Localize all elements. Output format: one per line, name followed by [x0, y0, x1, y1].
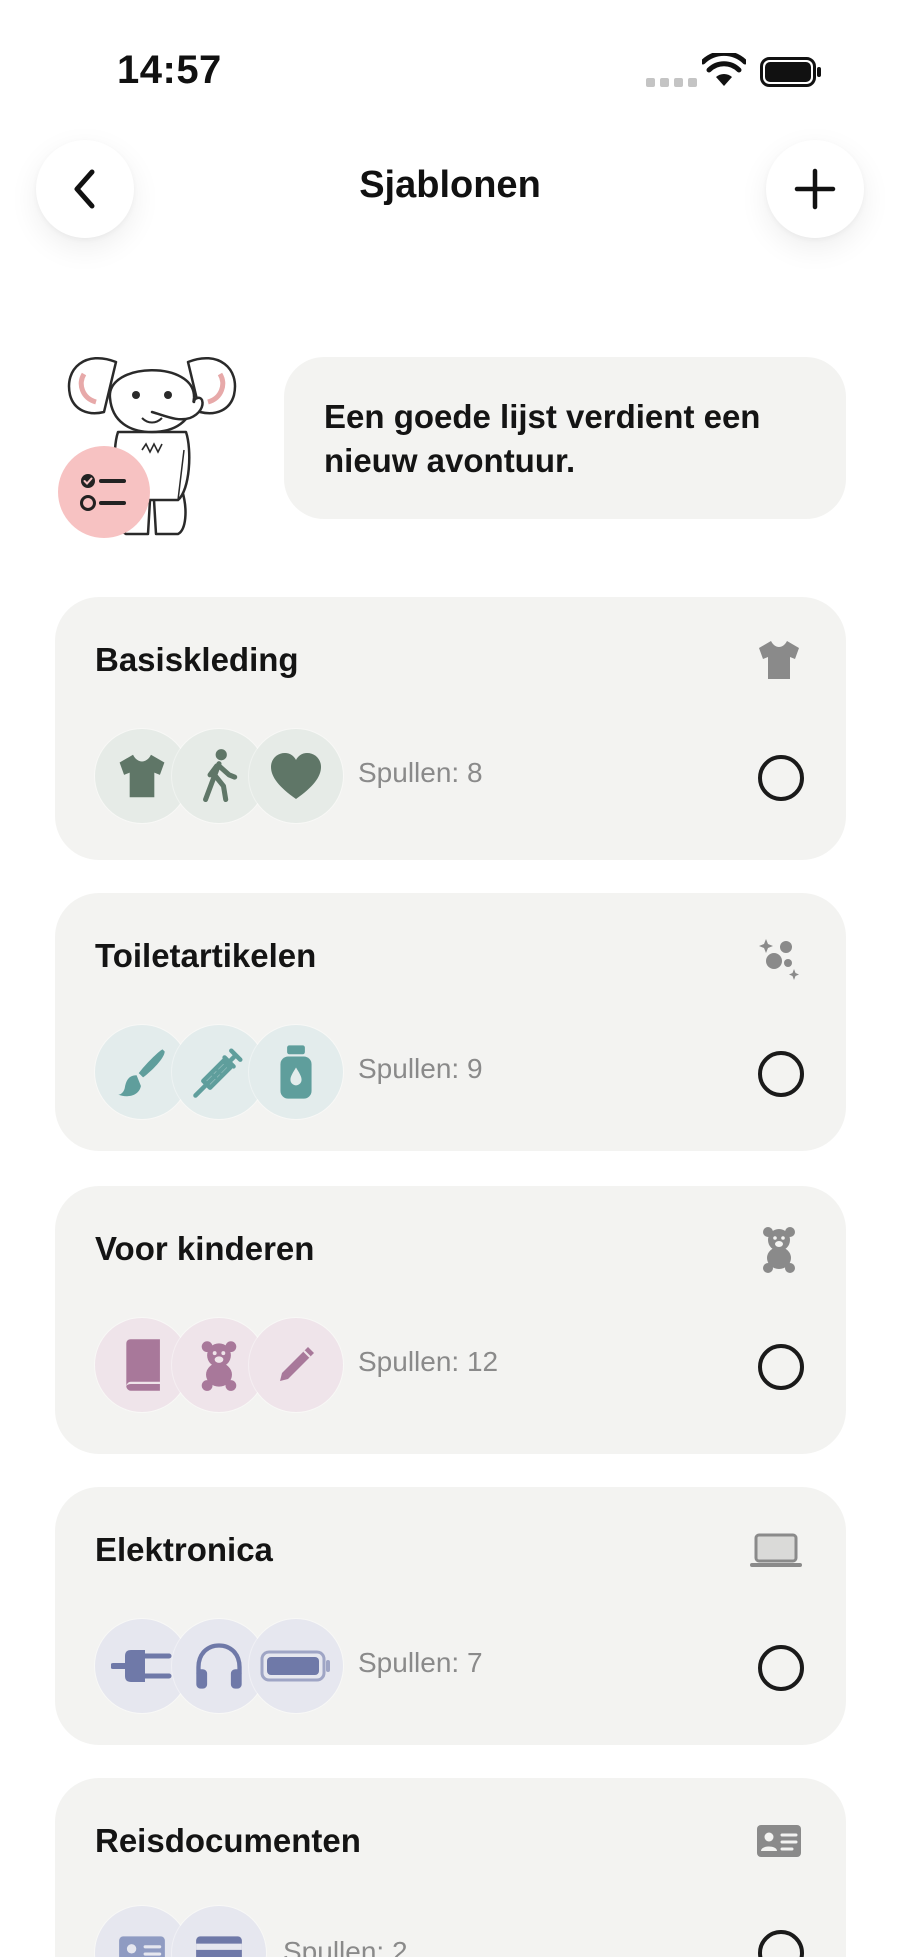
credit-card-icon	[172, 1906, 266, 1957]
laptop-icon	[750, 1533, 802, 1567]
item-count: Spullen: 2	[283, 1936, 408, 1957]
status-bar: 14:57	[0, 0, 900, 130]
template-card-toiletartikelen[interactable]: Toiletartikelen Spullen: 9	[55, 893, 846, 1151]
templates-screen: 14:57 Sjablonen Een goede lijst verdient…	[0, 0, 900, 1957]
select-radio[interactable]	[758, 1344, 804, 1390]
item-icons	[95, 1318, 365, 1412]
template-card-elektronica[interactable]: Elektronica Spullen: 7	[55, 1487, 846, 1745]
status-time: 14:57	[117, 48, 222, 92]
item-icons	[95, 1025, 365, 1119]
page-title: Sjablonen	[359, 164, 541, 206]
lotion-bottle-icon	[249, 1025, 343, 1119]
item-count: Spullen: 7	[358, 1647, 483, 1678]
teddy-bear-icon	[763, 1227, 795, 1273]
plus-icon	[794, 168, 836, 210]
checklist-icon	[80, 474, 126, 511]
checklist-badge	[58, 446, 150, 538]
item-icons	[95, 729, 365, 823]
battery-icon	[760, 57, 821, 87]
item-count: Spullen: 9	[358, 1053, 483, 1084]
wifi-icon	[702, 53, 746, 86]
battery-icon	[249, 1619, 343, 1713]
id-card-icon	[757, 1825, 801, 1857]
template-title: Basiskleding	[95, 641, 299, 678]
template-card-basiskleding[interactable]: Basiskleding Spullen: 8	[55, 597, 846, 860]
add-template-button[interactable]	[766, 140, 864, 238]
select-radio[interactable]	[758, 1051, 804, 1097]
select-radio[interactable]	[758, 1930, 804, 1957]
select-radio[interactable]	[758, 755, 804, 801]
item-icons	[95, 1619, 365, 1713]
select-radio[interactable]	[758, 1645, 804, 1691]
pencil-icon	[249, 1318, 343, 1412]
template-title: Toiletartikelen	[95, 937, 317, 974]
item-count: Spullen: 12	[358, 1346, 499, 1377]
heart-icon	[249, 729, 343, 823]
item-count: Spullen: 8	[358, 757, 483, 788]
template-title: Elektronica	[95, 1531, 273, 1568]
template-title: Voor kinderen	[95, 1230, 315, 1267]
bubbles-sparkle-icon	[759, 939, 799, 980]
template-card-reisdocumenten[interactable]: Reisdocumenten Spullen: 2	[55, 1778, 846, 1957]
template-title: Reisdocumenten	[95, 1822, 361, 1859]
tshirt-icon	[759, 641, 799, 679]
template-card-voor-kinderen[interactable]: Voor kinderen Spullen: 12	[55, 1186, 846, 1454]
cellular-signal-icon	[646, 78, 697, 87]
mascot-speech-bubble: Een goede lijst verdient een nieuw avont…	[284, 357, 846, 519]
